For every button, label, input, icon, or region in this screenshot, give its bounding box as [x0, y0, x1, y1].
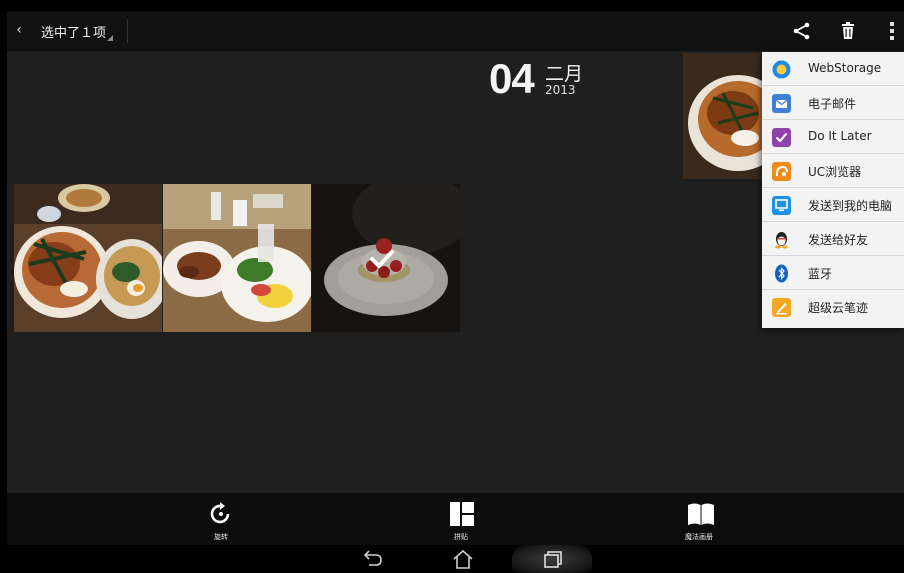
collage-label: 拼贴 [454, 533, 468, 541]
photo-thumbnail[interactable] [163, 184, 311, 332]
trash-icon[interactable] [836, 19, 860, 43]
action-bar: ‹ 选中了１项 [7, 11, 904, 51]
uc-browser-icon [772, 162, 791, 181]
qq-icon [775, 232, 788, 249]
menu-item-label: UC浏览器 [808, 165, 862, 179]
menu-item-label: Do It Later [808, 129, 872, 143]
menu-item-label: WebStorage [808, 61, 882, 75]
system-nav-bar [7, 545, 904, 573]
menu-item-label: 蓝牙 [808, 267, 833, 281]
overflow-menu-icon[interactable] [880, 19, 904, 43]
menu-item-send-to-pc[interactable]: 发送到我的电脑 [762, 188, 904, 222]
gallery-screen: ‹ 选中了１项 04 二月 2013 WebStorage 电子邮件 Do It… [7, 11, 904, 573]
menu-item-label: 发送到我的电脑 [808, 199, 893, 213]
selection-dropdown-icon[interactable] [107, 35, 113, 41]
menu-item-label: 电子邮件 [808, 97, 857, 111]
magic-album-button[interactable]: 魔法画册 [669, 499, 729, 543]
recent-apps-icon[interactable] [539, 547, 567, 571]
selection-title[interactable]: 选中了１项 [41, 22, 106, 41]
share-menu: WebStorage 电子邮件 Do It Later UC浏览器 发送到我的电… [762, 52, 904, 328]
bottom-action-bar: 旋转 拼贴 魔法画册 [7, 493, 904, 545]
photo-thumbnail-selected[interactable] [312, 184, 460, 332]
rotate-label: 旋转 [214, 533, 228, 541]
super-note-icon [772, 298, 791, 317]
rotate-icon [210, 502, 230, 524]
share-icon[interactable] [790, 19, 814, 43]
bluetooth-icon [775, 264, 788, 283]
email-icon [772, 94, 791, 113]
menu-item-send-to-friend[interactable]: 发送给好友 [762, 222, 904, 256]
date-day: 04 [489, 55, 535, 102]
collage-icon [450, 502, 474, 526]
menu-item-label: 超级云笔迹 [808, 301, 869, 315]
photo-thumbnail[interactable] [14, 184, 162, 332]
menu-item-webstorage[interactable]: WebStorage [762, 52, 904, 86]
menu-item-uc-browser[interactable]: UC浏览器 [762, 154, 904, 188]
send-to-pc-icon [772, 196, 791, 215]
menu-item-do-it-later[interactable]: Do It Later [762, 120, 904, 154]
photo-thumbnail[interactable] [683, 53, 768, 179]
divider [127, 19, 128, 43]
book-icon [688, 503, 714, 525]
rotate-button[interactable]: 旋转 [191, 499, 251, 543]
magic-album-label: 魔法画册 [685, 533, 713, 541]
menu-item-label: 发送给好友 [808, 233, 869, 247]
menu-item-super-note[interactable]: 超级云笔迹 [762, 290, 904, 324]
checkmark-icon [370, 250, 394, 268]
collage-button[interactable]: 拼贴 [431, 499, 491, 543]
date-month: 二月 [545, 63, 584, 85]
webstorage-icon [772, 60, 791, 79]
home-nav-icon[interactable] [449, 547, 477, 571]
menu-item-bluetooth[interactable]: 蓝牙 [762, 256, 904, 290]
do-it-later-icon [772, 128, 791, 147]
date-year: 2013 [545, 83, 576, 97]
menu-item-email[interactable]: 电子邮件 [762, 86, 904, 120]
back-nav-icon[interactable] [358, 547, 386, 571]
back-icon[interactable]: ‹ [11, 19, 27, 41]
